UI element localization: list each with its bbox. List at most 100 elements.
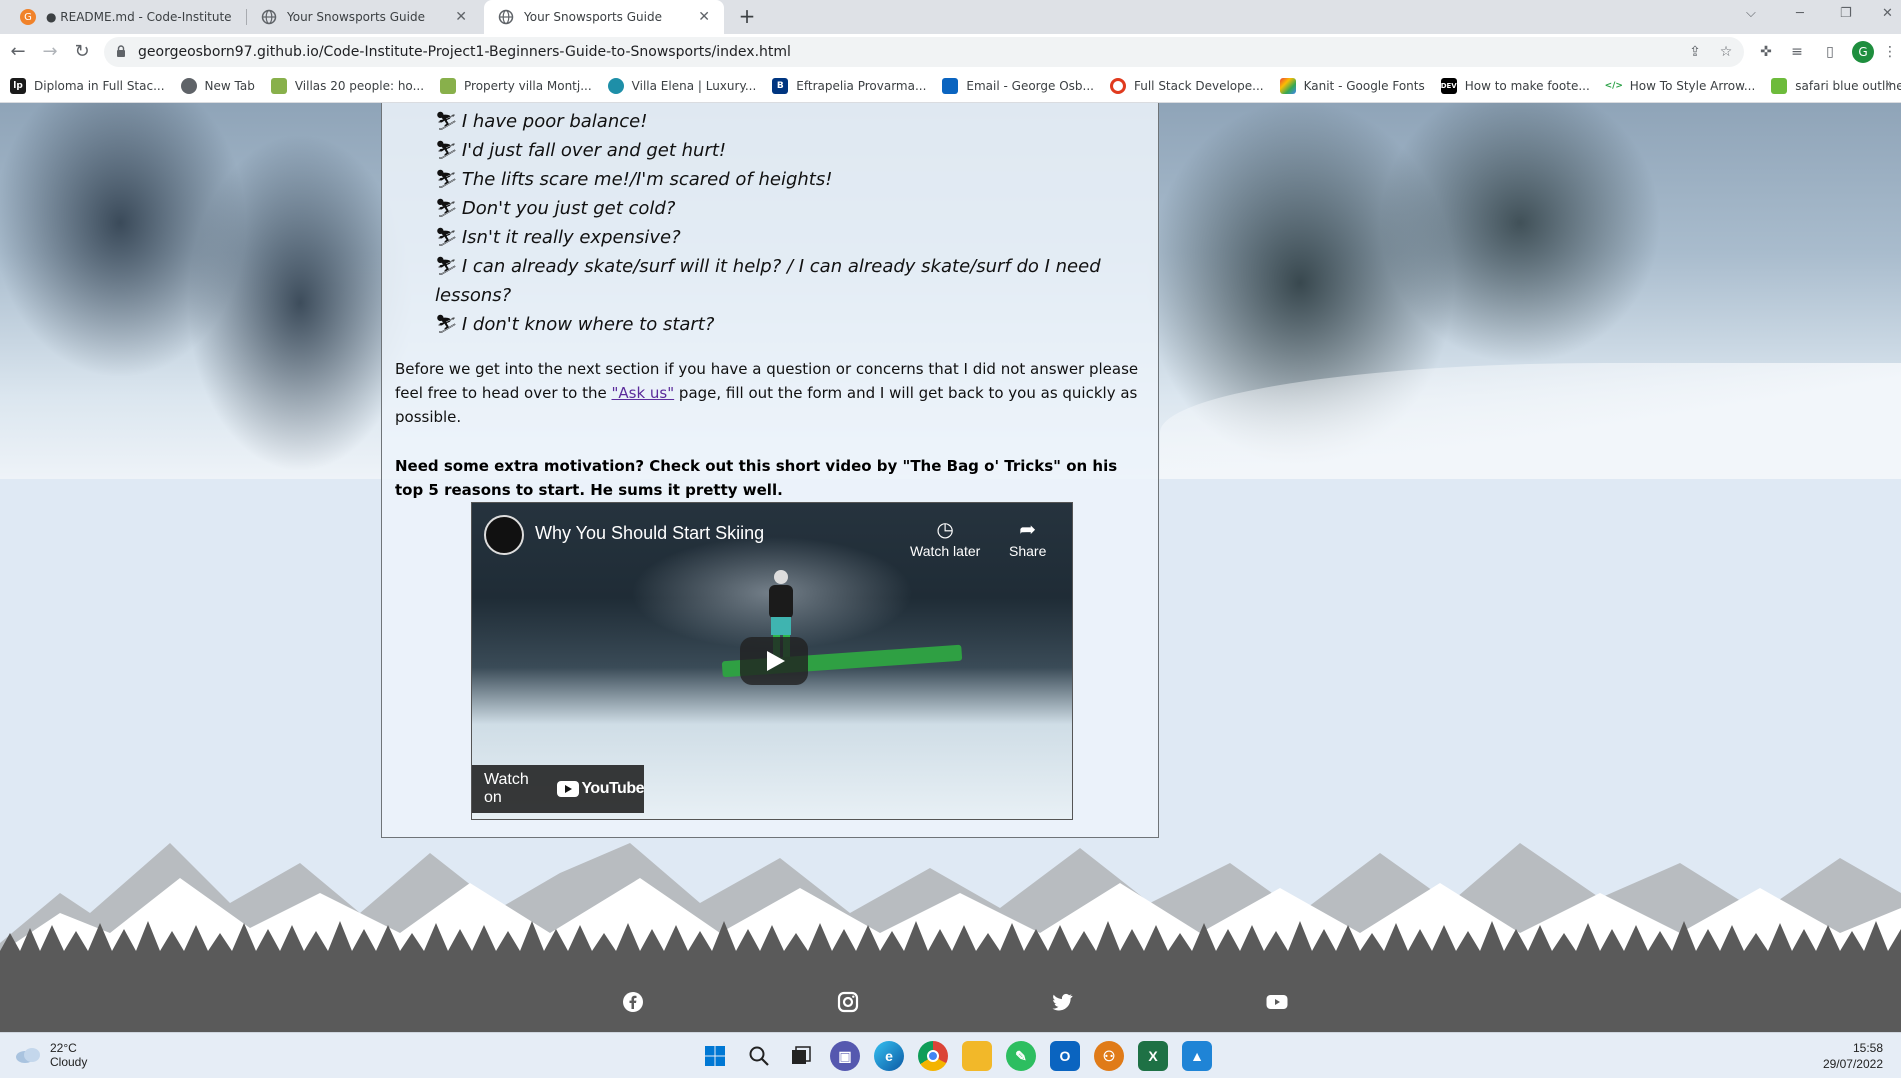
windows-start-icon[interactable] xyxy=(700,1041,730,1071)
search-icon[interactable] xyxy=(744,1041,774,1071)
extensions-icon[interactable]: ✜ xyxy=(1756,42,1776,62)
bookmark-item[interactable]: New Tab xyxy=(180,78,255,94)
url-text: georgeosborn97.github.io/Code-Institute-… xyxy=(138,44,791,60)
temperature: 22°C xyxy=(50,1041,77,1055)
close-tab-icon[interactable]: ✕ xyxy=(698,9,710,25)
cloud-icon xyxy=(16,1048,40,1063)
globe-icon xyxy=(498,9,514,25)
profile-avatar[interactable]: G xyxy=(1852,41,1874,63)
forward-icon[interactable]: → xyxy=(38,40,62,64)
youtube-icon[interactable] xyxy=(1265,990,1289,1014)
skier-icon: ⛷ xyxy=(435,198,458,219)
bookmark-star-icon[interactable]: ☆ xyxy=(1716,42,1736,62)
share-page-icon[interactable]: ⇪ xyxy=(1685,42,1705,62)
bookmark-item[interactable]: DEV How to make foote... xyxy=(1440,78,1590,94)
tab-snowsports-active[interactable]: Your Snowsports Guide ✕ xyxy=(484,0,724,34)
code-icon: </> xyxy=(1605,78,1623,94)
windows-taskbar: 22°C Cloudy ▣ e ✎ O ⚇ X ▲ 15:58 29/07/20… xyxy=(0,1032,1901,1078)
list-item: ⛷ The lifts scare me!/I'm scared of heigh… xyxy=(435,169,833,190)
clock-time: 15:58 xyxy=(1852,1041,1883,1055)
youtube-video-embed[interactable]: Why You Should Start Skiing ◷ Watch late… xyxy=(471,502,1073,820)
tab-title: Your Snowsports Guide xyxy=(524,10,662,24)
tab-title: Your Snowsports Guide xyxy=(287,10,425,24)
facebook-icon[interactable] xyxy=(621,990,645,1014)
bookmark-item[interactable]: safari blue outline r... xyxy=(1771,78,1901,94)
tab-search-icon[interactable]: ⌵ xyxy=(1746,6,1756,21)
mountain-silhouette-image xyxy=(0,843,1901,973)
skier-icon: ⛷ xyxy=(435,314,458,335)
video-title[interactable]: Why You Should Start Skiing xyxy=(535,523,764,544)
menu-icon[interactable]: ⋮ xyxy=(1880,42,1900,62)
lp-icon: lp xyxy=(10,78,26,94)
watch-later-button[interactable]: ◷ Watch later xyxy=(910,517,980,559)
close-window-icon[interactable]: ✕ xyxy=(1882,6,1893,21)
main-content-panel: ⛷ I have poor balance! ⛷ I'd just fall ove… xyxy=(381,103,1159,838)
gitpod-icon: G xyxy=(20,9,36,25)
excel-icon[interactable]: X xyxy=(1138,1041,1168,1071)
task-view-icon[interactable] xyxy=(786,1041,816,1071)
skier-icon: ⛷ xyxy=(435,111,458,132)
skier-icon: ⛷ xyxy=(435,169,458,190)
ask-us-link[interactable]: "Ask us" xyxy=(612,384,675,402)
watch-on-youtube-button[interactable]: Watch on YouTube xyxy=(472,765,644,813)
close-tab-icon[interactable]: ✕ xyxy=(455,9,467,25)
fears-list: ⛷ I have poor balance! ⛷ I'd just fall ove… xyxy=(435,107,1115,339)
instagram-icon[interactable] xyxy=(836,990,860,1014)
bookmark-item[interactable]: Email - George Osb... xyxy=(942,78,1094,94)
page-viewport: ⛷ I have poor balance! ⛷ I'd just fall ove… xyxy=(0,103,1901,1032)
file-explorer-icon[interactable] xyxy=(962,1041,992,1071)
bookmarks-overflow-icon[interactable]: » xyxy=(1885,77,1893,92)
list-item: ⛷ Isn't it really expensive? xyxy=(435,227,681,248)
channel-avatar[interactable] xyxy=(484,515,524,555)
teams-chat-icon[interactable]: ▣ xyxy=(830,1041,860,1071)
bookmarks-bar: lp Diploma in Full Stac... New Tab Villas… xyxy=(0,70,1901,103)
bookmark-item[interactable]: B Eftrapelia Provarma... xyxy=(772,78,926,94)
booking-icon: B xyxy=(772,78,789,94)
restore-icon[interactable]: ❐ xyxy=(1840,6,1852,21)
fitbit-icon[interactable]: ⚇ xyxy=(1094,1041,1124,1071)
bookmark-item[interactable]: Kanit - Google Fonts xyxy=(1279,78,1425,94)
edge-icon[interactable]: e xyxy=(874,1041,904,1071)
motivation-text: Need some extra motivation? Check out th… xyxy=(395,457,1118,499)
weather-condition: Cloudy xyxy=(50,1055,88,1069)
list-item: ⛷ Don't you just get cold? xyxy=(435,198,676,219)
chrome-icon[interactable] xyxy=(918,1041,948,1071)
bookmark-item[interactable]: lp Diploma in Full Stac... xyxy=(10,78,165,94)
twitter-icon[interactable] xyxy=(1050,990,1074,1014)
google-fonts-icon xyxy=(1279,78,1296,94)
back-icon[interactable]: ← xyxy=(6,40,30,64)
bookmark-item[interactable]: Villas 20 people: ho... xyxy=(270,78,424,94)
new-tab-button[interactable]: + xyxy=(735,5,759,29)
reload-icon[interactable]: ↻ xyxy=(70,40,94,64)
minimize-icon[interactable]: ─ xyxy=(1796,6,1804,21)
list-item: ⛷ I have poor balance! xyxy=(435,111,648,132)
browser-toolbar: ← → ↻ georgeosborn97.github.io/Code-Inst… xyxy=(0,34,1901,70)
play-button[interactable] xyxy=(740,637,808,685)
bookmark-item[interactable]: Villa Elena | Luxury... xyxy=(607,78,756,94)
bookmark-item[interactable]: Property villa Montj... xyxy=(440,78,592,94)
share-button[interactable]: ➦ Share xyxy=(1009,517,1046,559)
list-item: ⛷ I'd just fall over and get hurt! xyxy=(435,140,727,161)
outlook-icon[interactable]: O xyxy=(1050,1041,1080,1071)
skier-icon: ⛷ xyxy=(435,256,458,277)
bookmark-item[interactable]: Full Stack Develope... xyxy=(1109,78,1264,94)
share-arrow-icon: ➦ xyxy=(1019,519,1037,541)
safari-icon xyxy=(1771,78,1788,94)
bookmark-item[interactable]: </> How To Style Arrow... xyxy=(1605,78,1755,94)
address-bar[interactable]: georgeosborn97.github.io/Code-Institute-… xyxy=(104,37,1744,67)
tab-readme[interactable]: G ● README.md - Code-Institute-P xyxy=(6,0,246,34)
villa-elena-icon xyxy=(607,78,624,94)
reading-list-icon[interactable]: ≡ xyxy=(1787,42,1807,62)
globe-icon xyxy=(180,78,197,94)
ask-us-paragraph: Before we get into the next section if y… xyxy=(395,360,1139,426)
photos-icon[interactable]: ▲ xyxy=(1182,1041,1212,1071)
villas-icon xyxy=(270,78,287,94)
system-clock[interactable]: 15:58 29/07/2022 xyxy=(1823,1040,1883,1072)
evernote-icon[interactable]: ✎ xyxy=(1006,1041,1036,1071)
tab-strip: G ● README.md - Code-Institute-P Your Sn… xyxy=(0,0,1901,34)
weather-widget[interactable]: 22°C Cloudy xyxy=(14,1041,87,1069)
side-panel-icon[interactable]: ▯ xyxy=(1820,42,1840,62)
skier-icon: ⛷ xyxy=(435,227,458,248)
skier-icon: ⛷ xyxy=(435,140,458,161)
tab-snowsports-1[interactable]: Your Snowsports Guide ✕ xyxy=(247,0,481,34)
